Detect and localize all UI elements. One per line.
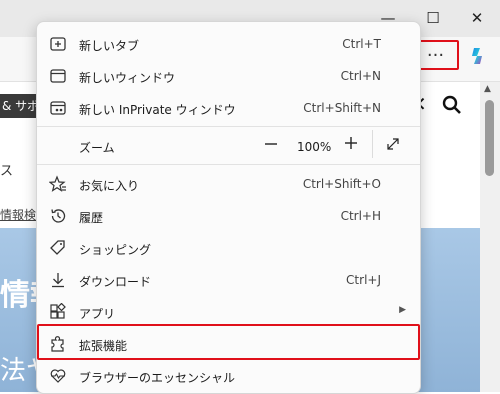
chevron-right-icon: ▶ [399, 305, 406, 315]
apps-icon [49, 302, 67, 321]
menu-item-shortcut: Ctrl+H [340, 209, 381, 223]
menu-item-favorites[interactable]: お気に入り Ctrl+Shift+O [37, 168, 420, 200]
page-nav-text[interactable]: ス [0, 160, 13, 179]
menu-item-label: 履歴 [79, 211, 104, 225]
new-tab-icon [49, 35, 67, 53]
scrollbar-thumb[interactable] [485, 100, 494, 176]
inprivate-icon [49, 99, 67, 117]
zoom-divider [372, 130, 373, 158]
scroll-up-icon[interactable]: ▲ [484, 84, 491, 94]
menu-item-label: お気に入り [79, 179, 140, 193]
favorites-icon [48, 175, 67, 193]
menu-item-shortcut: Ctrl+N [340, 69, 381, 83]
new-window-icon [49, 67, 67, 85]
menu-divider [37, 164, 420, 165]
zoom-level: 100% [297, 140, 332, 154]
shopping-tag-icon [49, 239, 67, 257]
menu-item-label: 新しい InPrivate ウィンドウ [79, 103, 236, 117]
menu-item-downloads[interactable]: ダウンロード Ctrl+J [37, 264, 420, 296]
menu-item-shortcut: Ctrl+J [346, 273, 381, 287]
menu-item-new-window[interactable]: 新しいウィンドウ Ctrl+N [37, 60, 420, 92]
close-button[interactable]: ✕ [465, 6, 489, 30]
history-icon [49, 207, 67, 225]
maximize-button[interactable]: ☐ [421, 6, 445, 30]
menu-item-label: ダウンロード [79, 275, 152, 289]
menu-item-shortcut: Ctrl+T [342, 37, 381, 51]
menu-item-browser-essentials[interactable]: ブラウザーのエッセンシャル [37, 360, 420, 392]
menu-divider [37, 126, 420, 127]
menu-item-label: ズーム [79, 141, 115, 155]
menu-item-shortcut: Ctrl+Shift+N [303, 101, 381, 115]
menu-item-zoom: ズーム [37, 130, 420, 162]
extensions-highlight [37, 324, 420, 360]
menu-item-label: ショッピング [79, 243, 152, 257]
copilot-icon[interactable] [468, 46, 488, 66]
menu-item-label: 新しいタブ [79, 39, 140, 53]
menu-item-shopping[interactable]: ショッピング [37, 232, 420, 264]
menu-item-new-tab[interactable]: 新しいタブ Ctrl+T [37, 28, 420, 60]
fullscreen-icon[interactable] [385, 136, 401, 152]
settings-menu: 新しいタブ Ctrl+T 新しいウィンドウ Ctrl+N 新しい InPriva… [36, 21, 421, 394]
menu-item-new-inprivate[interactable]: 新しい InPrivate ウィンドウ Ctrl+Shift+N [37, 92, 420, 124]
zoom-in-button[interactable] [343, 135, 359, 151]
search-icon[interactable] [442, 95, 462, 115]
menu-item-shortcut: Ctrl+Shift+O [302, 177, 381, 191]
menu-item-label: 新しいウィンドウ [79, 71, 176, 85]
heart-pulse-icon [49, 367, 67, 385]
menu-item-label: ブラウザーのエッセンシャル [79, 371, 236, 385]
download-icon [49, 271, 67, 289]
menu-item-history[interactable]: 履歴 Ctrl+H [37, 200, 420, 232]
zoom-out-button[interactable] [263, 136, 279, 152]
menu-item-label: アプリ [79, 307, 116, 321]
